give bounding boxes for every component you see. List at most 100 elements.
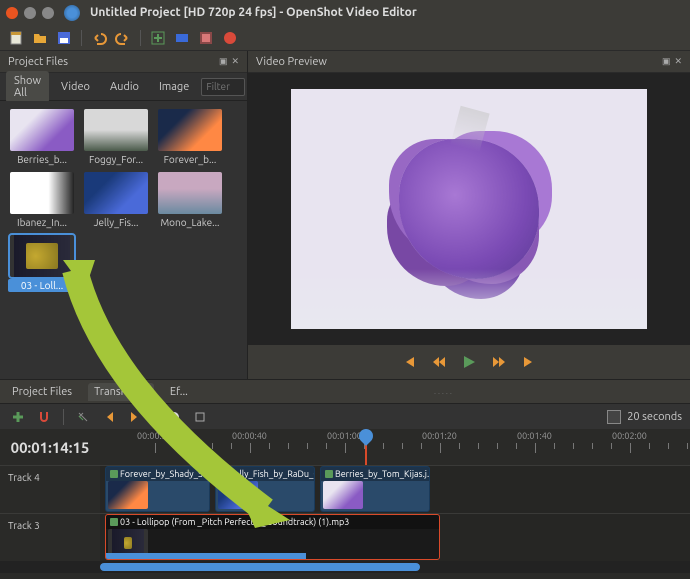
open-project-button[interactable] [30, 28, 50, 48]
import-files-button[interactable] [148, 28, 168, 48]
preview-frame[interactable] [291, 89, 647, 329]
ruler-label: 00:00:40 [232, 431, 267, 441]
playhead[interactable] [365, 429, 367, 465]
timeline: 00:01:14:15 00:00:2000:00:4000:01:0000:0… [0, 429, 690, 579]
timeline-clip[interactable]: 03 - Lollipop (From _Pitch Perfect 2_ So… [105, 514, 440, 560]
project-files-grid: Berries_b... Foggy_For... Forever_b... Iban… [0, 101, 247, 379]
timeline-toolbar: 20 seconds [0, 403, 690, 429]
skip-start-button[interactable] [399, 352, 419, 372]
file-item[interactable]: Jelly_Fis... [82, 172, 150, 229]
rewind-button[interactable] [429, 352, 449, 372]
window-title: Untitled Project [HD 720p 24 fps] - Open… [90, 6, 417, 19]
tab-show-all[interactable]: Show All [6, 71, 49, 103]
timeline-scrollbar[interactable] [0, 561, 690, 573]
file-label: Forever_b... [156, 153, 224, 166]
file-label: Jelly_Fis... [82, 216, 150, 229]
window-minimize-button[interactable] [24, 7, 36, 19]
play-button[interactable] [459, 352, 479, 372]
file-item[interactable]: 03 - Loll... [8, 235, 76, 292]
video-preview-panel-header: Video Preview ▣ ✕ [248, 51, 690, 73]
add-track-button[interactable] [8, 407, 28, 427]
file-label: Berries_b... [8, 153, 76, 166]
track-header[interactable]: Track 3 [0, 514, 100, 561]
panel-drag-dots[interactable]: ..... [204, 387, 684, 396]
panel-float-icon[interactable]: ▣ [662, 56, 671, 67]
video-preview-area [248, 73, 690, 345]
file-thumbnail [84, 109, 148, 151]
file-thumbnail [10, 172, 74, 214]
panel-float-icon[interactable]: ▣ [219, 56, 228, 67]
clip-visible-icon [110, 470, 118, 478]
timeline-clip[interactable]: Jelly_Fish_by_RaDu_G... [215, 466, 315, 512]
file-label: Mono_Lake... [156, 216, 224, 229]
file-item[interactable]: Forever_b... [156, 109, 224, 166]
project-files-title: Project Files [8, 56, 68, 68]
file-thumbnail [10, 109, 74, 151]
panel-close-icon[interactable]: ✕ [674, 56, 682, 67]
skip-end-button[interactable] [519, 352, 539, 372]
timeline-ruler[interactable]: 00:00:20 00:00:40 00:01:00 00:01:20 00:01:40… [100, 429, 690, 465]
timeline-clip[interactable]: Berries_by_Tom_Kijas.j... [320, 466, 430, 512]
ruler-label: 00:01:40 [517, 431, 552, 441]
export-button[interactable] [220, 28, 240, 48]
file-item[interactable]: Mono_Lake... [156, 172, 224, 229]
window-close-button[interactable] [6, 7, 18, 19]
file-label: Foggy_For... [82, 153, 150, 166]
track-lane[interactable]: Forever_by_Shady_S... Jelly_Fish_by_RaDu_… [100, 466, 690, 513]
timecode-display: 00:01:14:15 [0, 429, 100, 465]
track-title: Track 3 [8, 520, 40, 531]
ruler-label: 00:01:00 [327, 431, 362, 441]
clip-label: Forever_by_Shady_S... [106, 467, 209, 481]
ruler-label: 00:00:20 [137, 431, 172, 441]
file-label: Ibanez_In... [8, 216, 76, 229]
ruler-label: 00:01:20 [422, 431, 457, 441]
redo-button[interactable] [113, 28, 133, 48]
clip-label: 03 - Lollipop (From _Pitch Perfect 2_ So… [106, 515, 439, 529]
timeline-clip[interactable]: Forever_by_Shady_S... [105, 466, 210, 512]
window-maximize-button[interactable] [42, 7, 54, 19]
tab-transitions[interactable]: Transitions [88, 383, 154, 401]
clip-thumbnail [323, 481, 363, 509]
save-project-button[interactable] [54, 28, 74, 48]
main-toolbar [0, 25, 690, 51]
file-thumbnail [158, 109, 222, 151]
tab-audio[interactable]: Audio [102, 77, 147, 97]
new-project-button[interactable] [6, 28, 26, 48]
file-item[interactable]: Berries_b... [8, 109, 76, 166]
zoom-icon[interactable] [607, 410, 621, 424]
fullscreen-button[interactable] [196, 28, 216, 48]
timecode-value: 00:01:14:15 [11, 439, 90, 456]
track-lane[interactable]: 03 - Lollipop (From _Pitch Perfect 2_ So… [100, 514, 690, 561]
lower-panel-tabs: Project Files Transitions Ef... ..... [0, 379, 690, 403]
filter-input[interactable] [201, 78, 245, 96]
file-item[interactable]: Foggy_For... [82, 109, 150, 166]
timeline-track: Track 4 Forever_by_Shady_S... Jelly_Fish_b… [0, 465, 690, 513]
ruler-label: 00:02:00 [612, 431, 647, 441]
razor-button[interactable] [73, 407, 93, 427]
tab-video[interactable]: Video [53, 77, 98, 97]
project-files-panel-header: Project Files ▣ ✕ [0, 51, 247, 73]
panel-close-icon[interactable]: ✕ [231, 56, 239, 67]
file-item[interactable]: Ibanez_In... [8, 172, 76, 229]
timeline-settings-button[interactable] [190, 407, 210, 427]
clip-label: Berries_by_Tom_Kijas.j... [321, 467, 429, 481]
center-playhead-button[interactable] [164, 407, 184, 427]
transport-controls [248, 345, 690, 379]
fast-forward-button[interactable] [489, 352, 509, 372]
prev-marker-button[interactable] [99, 407, 119, 427]
clip-thumbnail [108, 481, 148, 509]
next-marker-button[interactable] [125, 407, 145, 427]
timeline-scroll-thumb[interactable] [100, 563, 420, 571]
app-icon [64, 5, 80, 21]
choose-profile-button[interactable] [172, 28, 192, 48]
undo-button[interactable] [89, 28, 109, 48]
tab-effects[interactable]: Ef... [164, 383, 194, 401]
snapping-button[interactable] [34, 407, 54, 427]
timeline-track: Track 3 03 - Lollipop (From _Pitch Perfec… [0, 513, 690, 561]
track-header[interactable]: Track 4 [0, 466, 100, 513]
clip-visible-icon [220, 470, 228, 478]
track-title: Track 4 [8, 472, 40, 483]
tab-project-files[interactable]: Project Files [6, 383, 78, 401]
tab-image[interactable]: Image [151, 77, 197, 97]
video-preview-title: Video Preview [256, 56, 327, 68]
